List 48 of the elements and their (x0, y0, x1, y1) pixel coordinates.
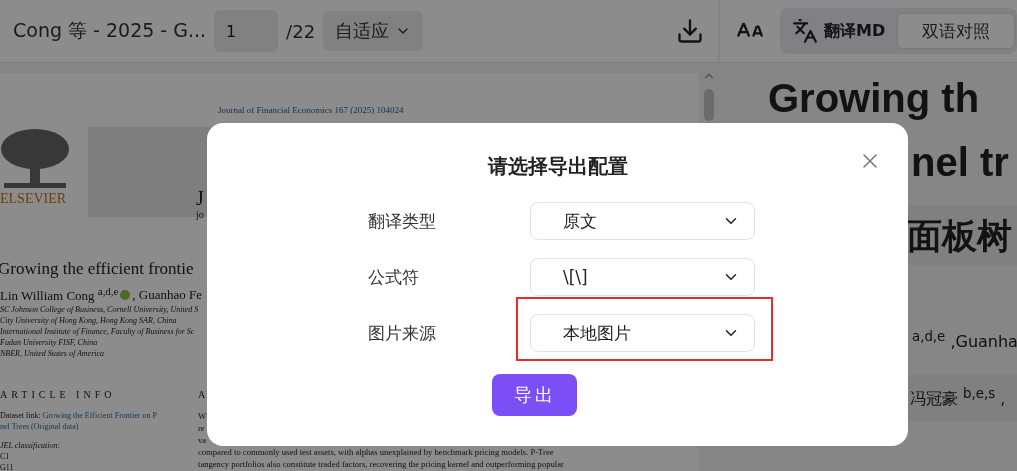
author-line: 冯冠豪 $^{b,e,s}$ , (910, 386, 1006, 411)
field-label: 图片来源 (368, 321, 437, 345)
dataset-link[interactable]: Growing the Efficient Frontier on P (42, 411, 157, 421)
select-field[interactable]: \[\] (530, 258, 755, 296)
orcid-icon (120, 289, 131, 300)
author-name: , Guanhao Fe (132, 286, 202, 303)
section-heading: ARTICLE INFO (0, 389, 116, 401)
jel-code: C1 (0, 451, 10, 463)
select-field[interactable]: 原文 (530, 202, 755, 240)
affiliation-text: SC Johnson College of Business, Cornell University, United S (0, 304, 199, 316)
translated-title: 面板树 (907, 214, 1012, 257)
author-name: Lin William Cong $^{a,d,e}$ (0, 285, 119, 305)
tree-logo-icon (0, 127, 70, 189)
download-icon[interactable] (676, 17, 704, 45)
journal-header-text: jo (196, 209, 204, 220)
translated-title: nel tr (911, 139, 1009, 186)
translated-title: Growing th (768, 75, 980, 122)
document-title: Cong 等 - 2025 - G... (13, 18, 207, 43)
scrollbar-thumb[interactable] (704, 89, 714, 121)
publisher-name: ELSEVIER (0, 191, 67, 207)
dataset-link[interactable]: nel Trees (Original data) (0, 422, 79, 432)
affiliation-text: International Institute of Finance, Faculty of Business for Sc (0, 326, 195, 338)
section-heading: A (198, 389, 210, 401)
journal-citation: Journal of Financial Economics 167 (2025) 104024 (218, 105, 404, 115)
field-label: 翻译类型 (368, 209, 437, 233)
abstract-line: tangency portfolios also constitute traded factors, recovering the pricing kernel and outperforming popular (198, 458, 564, 471)
author-line: $^{a,d,e}$ ,Guanha (912, 329, 1017, 352)
select-field[interactable]: 本地图片 (530, 314, 755, 352)
page-total: /22 (286, 20, 316, 42)
abstract-line: W (198, 410, 207, 423)
affiliation-text: Fudan University FISF, China (0, 337, 98, 349)
bilingual-button[interactable]: 双语对照 (897, 13, 1016, 49)
export-button[interactable]: 导出 (492, 374, 577, 416)
affiliation-text: City University of Hong Kong, Hong Kong SAR, China (0, 315, 177, 327)
jel-code: G11 (0, 462, 14, 471)
abstract-line: re (198, 422, 205, 435)
dialog-title: 请选择导出配置 (487, 153, 628, 180)
affiliation-text: NBER, United States of America (0, 348, 105, 360)
journal-header-text: J (196, 187, 204, 209)
jel-label: JEL classification: (0, 440, 61, 452)
abstract-line: compared to commonly used test assets, with alphas unexplained by benchmark pricing models. P-Tree (198, 446, 554, 459)
field-label: 公式符 (368, 265, 420, 289)
translate-button[interactable]: 翻译MD (792, 18, 886, 44)
abstract-line: va (198, 434, 207, 447)
page-number-field[interactable]: 1 (214, 10, 279, 52)
dataset-label: Dataset link: Growing the Efficient Frontier on P (0, 410, 157, 422)
zoom-dropdown[interactable]: 自适应 (323, 11, 424, 51)
translate-icon (792, 18, 818, 44)
